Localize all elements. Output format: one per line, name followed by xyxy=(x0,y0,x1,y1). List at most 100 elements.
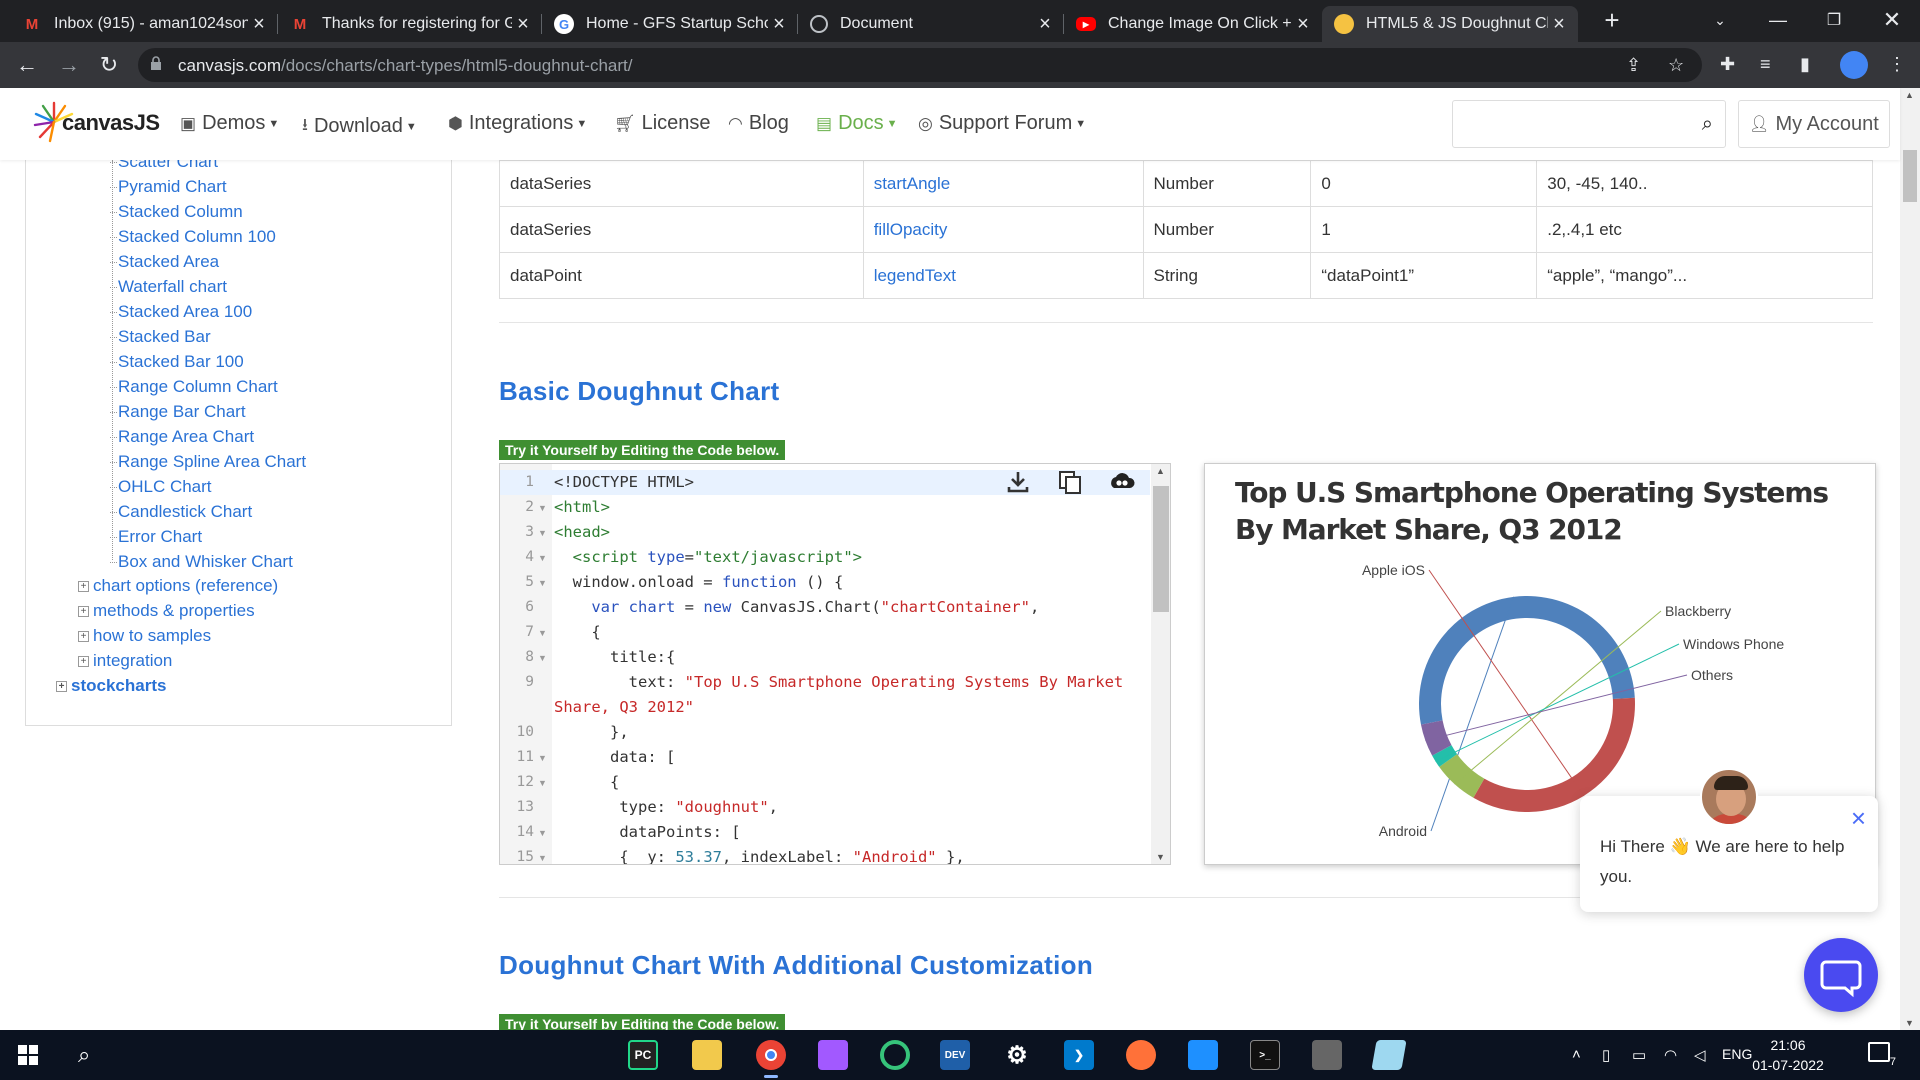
sidebar-item[interactable]: Stacked Column 100 xyxy=(110,227,276,247)
code-line[interactable]: }, xyxy=(554,723,629,741)
sidebar-item[interactable]: Waterfall chart xyxy=(110,277,227,297)
tab-search-icon[interactable]: ⌄ xyxy=(1692,0,1748,40)
sidebar-item[interactable]: Box and Whisker Chart xyxy=(110,552,293,572)
expand-icon[interactable]: + xyxy=(56,680,67,692)
editor-scrollbar[interactable]: ▲ ▼ xyxy=(1151,464,1170,864)
nav-blog[interactable]: ◠ Blog xyxy=(728,112,789,135)
sidebar-item[interactable]: Range Bar Chart xyxy=(110,402,246,422)
close-tab-icon[interactable]: × xyxy=(1034,13,1056,36)
sidebar-item[interactable]: Stacked Column xyxy=(110,202,243,222)
vscode-icon[interactable]: ❯ xyxy=(1064,1040,1094,1070)
notepad-icon[interactable] xyxy=(1371,1040,1407,1070)
fold-arrow-icon[interactable]: ▼ xyxy=(538,628,547,638)
browser-tab[interactable]: M Thanks for registering for GFS × xyxy=(278,6,542,42)
chat-launcher-button[interactable] xyxy=(1804,938,1878,1012)
fold-arrow-icon[interactable]: ▼ xyxy=(538,653,547,663)
page-scrollbar[interactable]: ▲ ▼ xyxy=(1900,88,1920,1030)
sidebar-item[interactable]: Pyramid Chart xyxy=(110,177,227,197)
code-line[interactable]: window.onload = function () { xyxy=(554,573,844,591)
language-indicator[interactable]: ENG xyxy=(1722,1046,1752,1062)
property-link[interactable]: legendText xyxy=(862,252,1144,299)
sidebar-item[interactable]: Range Column Chart xyxy=(110,377,278,397)
sidebar-group-methods[interactable]: + methods & properties xyxy=(78,601,255,621)
code-line[interactable]: text: "Top U.S Smartphone Operating Syst… xyxy=(554,673,1124,691)
profile-avatar[interactable] xyxy=(1840,51,1868,79)
nav-download[interactable]: ⭳ Download ▼ xyxy=(302,112,417,141)
close-tab-icon[interactable]: × xyxy=(1548,13,1570,36)
pycharm-icon[interactable]: PC xyxy=(628,1040,658,1070)
sidebar-item[interactable]: Stacked Bar xyxy=(110,327,211,347)
browser-tab[interactable]: G Home - GFS Startup School × xyxy=(542,6,798,42)
nav-docs[interactable]: ▤ Docs ▼ xyxy=(816,112,898,135)
expand-icon[interactable]: + xyxy=(78,580,89,592)
copy-code-icon[interactable] xyxy=(1056,468,1084,496)
sidebar-item[interactable]: Range Area Chart xyxy=(109,427,254,447)
download-code-icon[interactable] xyxy=(1004,468,1032,496)
code-line[interactable]: <script type="text/javascript"> xyxy=(554,548,862,566)
code-line[interactable]: type: "doughnut", xyxy=(554,798,778,816)
windows-start-icon[interactable] xyxy=(18,1045,38,1065)
forward-icon[interactable]: → xyxy=(54,50,84,80)
code-line[interactable]: Share, Q3 2012" xyxy=(554,698,694,716)
url-bar[interactable]: canvasjs.com/docs/charts/chart-types/htm… xyxy=(138,48,1702,82)
fold-arrow-icon[interactable]: ▼ xyxy=(538,853,547,863)
chrome-menu-icon[interactable]: ⋮ xyxy=(1888,54,1906,75)
chevron-up-icon[interactable]: ˄ xyxy=(1572,1046,1581,1063)
reload-icon[interactable]: ↻ xyxy=(94,50,124,80)
sidebar-item[interactable]: Stacked Area xyxy=(109,252,219,272)
device-icon[interactable]: ▯ xyxy=(1602,1046,1610,1064)
sidebar-item[interactable]: Error Chart xyxy=(109,527,202,547)
browser-tab-active[interactable]: HTML5 & JS Doughnut Charts × xyxy=(1322,6,1578,42)
fold-arrow-icon[interactable]: ▼ xyxy=(538,753,547,763)
code-line[interactable]: data: [ xyxy=(554,748,675,766)
dev-icon[interactable]: DEV xyxy=(940,1040,970,1070)
minimize-icon[interactable]: — xyxy=(1750,0,1806,40)
sidebar-item[interactable]: Stacked Area 100 xyxy=(109,302,252,322)
close-window-icon[interactable]: ✕ xyxy=(1864,0,1920,40)
expand-icon[interactable]: + xyxy=(78,605,89,617)
back-icon[interactable]: ← xyxy=(12,50,42,80)
code-line[interactable]: { y: 53.37, indexLabel: "Android" }, xyxy=(554,848,964,864)
sidebar-item[interactable]: OHLC Chart xyxy=(110,477,212,497)
my-account-button[interactable]: 👤︎ My Account xyxy=(1738,100,1890,148)
media-control-icon[interactable]: ≡ xyxy=(1760,54,1771,75)
sidebar-group-chart-options[interactable]: + chart options (reference) xyxy=(78,576,278,596)
code-line[interactable]: { xyxy=(554,773,619,791)
sidebar-group-how-to[interactable]: + how to samples xyxy=(78,626,211,646)
new-tab-icon[interactable]: + xyxy=(1584,0,1640,40)
terminal-icon[interactable]: >_ xyxy=(1250,1040,1280,1070)
sidebar-item[interactable]: Range Spline Area Chart xyxy=(109,452,306,472)
expand-icon[interactable]: + xyxy=(78,630,89,642)
battery-icon[interactable]: ▭ xyxy=(1632,1046,1646,1064)
bookmark-star-icon[interactable]: ☆ xyxy=(1668,55,1684,76)
close-tab-icon[interactable]: × xyxy=(512,13,534,36)
fold-arrow-icon[interactable]: ▼ xyxy=(538,528,547,538)
browser-tab[interactable]: Document × xyxy=(798,6,1064,42)
store-icon[interactable] xyxy=(1188,1040,1218,1070)
code-line[interactable]: dataPoints: [ xyxy=(554,823,740,841)
nav-demos[interactable]: ▣ Demos ▼ xyxy=(180,112,279,135)
figma-icon[interactable] xyxy=(818,1040,848,1070)
chrome-icon[interactable] xyxy=(756,1040,786,1078)
code-line[interactable]: <!DOCTYPE HTML> xyxy=(554,473,694,491)
browser-tab[interactable]: ▶ Change Image On Click + Interactive × xyxy=(1064,6,1322,42)
property-link[interactable]: fillOpacity xyxy=(862,206,1144,253)
site-search-input[interactable]: ⌕ xyxy=(1452,100,1726,148)
sidebar-item[interactable]: Candlestick Chart xyxy=(109,502,252,522)
extensions-icon[interactable]: ✚ xyxy=(1720,54,1735,75)
browser-tab[interactable]: M Inbox (915) - aman1024sonu × xyxy=(10,6,278,42)
fold-arrow-icon[interactable]: ▼ xyxy=(538,503,547,513)
search-icon[interactable]: ⌕ xyxy=(1702,113,1713,136)
code-line[interactable]: title:{ xyxy=(554,648,675,666)
fold-arrow-icon[interactable]: ▼ xyxy=(538,578,547,588)
expand-icon[interactable]: + xyxy=(78,655,89,667)
nav-support-forum[interactable]: ◎ Support Forum ▼ xyxy=(918,112,1086,135)
code-line[interactable]: var chart = new CanvasJS.Chart("chartCon… xyxy=(554,598,1039,616)
code-line[interactable]: <head> xyxy=(554,523,610,541)
search-icon[interactable]: ⌕ xyxy=(78,1042,90,1068)
restore-icon[interactable]: ❐ xyxy=(1806,0,1862,40)
close-tab-icon[interactable]: × xyxy=(248,13,270,36)
code-line[interactable]: { xyxy=(554,623,600,641)
notification-icon[interactable]: 7 xyxy=(1868,1042,1896,1068)
close-tab-icon[interactable]: × xyxy=(768,13,790,36)
